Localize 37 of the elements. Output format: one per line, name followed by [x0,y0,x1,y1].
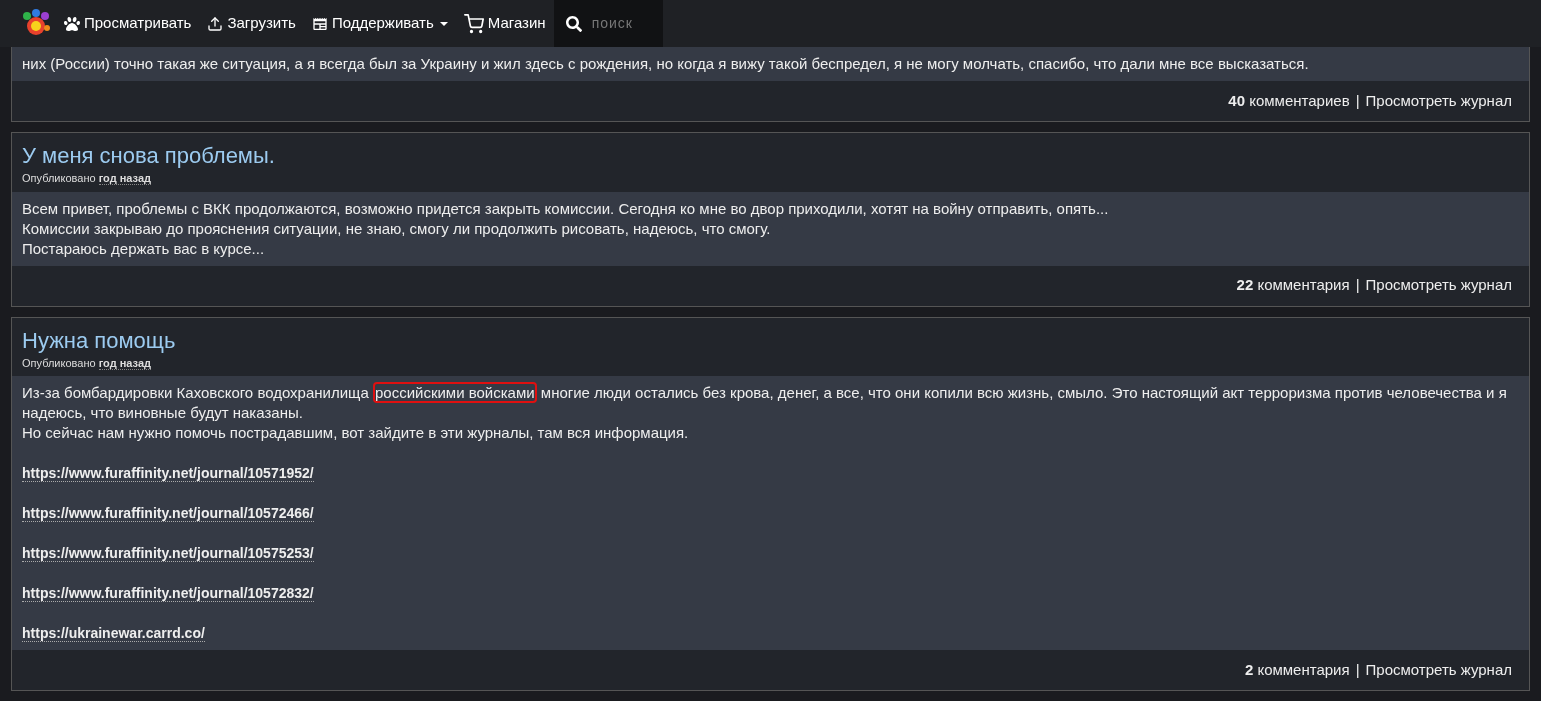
posted-label: Опубликовано [22,356,97,369]
search-icon [565,15,582,32]
journal-title[interactable]: Нужна помощь [22,327,1519,354]
comments-count[interactable]: 2 комментария [1244,658,1350,682]
paw-icon [64,15,80,32]
separator: | [1355,275,1360,296]
journal-link[interactable]: https://www.furaffinity.net/journal/10572466/ [22,505,314,522]
nav-menu-item[interactable]: Просматривать [56,0,200,47]
journal-text: Постараюсь держать вас в курсе... [22,238,266,259]
journal-text: них (России) точно такая же ситуация, а я всегда был за Украину и жил здесь с рождения, но когда я вижу такой беспредел, я не могу молчать, спасибо, что дали мне все высказаться. [22,54,1310,74]
search-field[interactable]: поиск [591,13,652,34]
journal-title[interactable]: У меня снова проблемы. [22,143,1519,169]
annotation-outline: российскими войсками [372,382,537,403]
nav-menu-item[interactable]: Магазин [455,0,554,47]
journal-link[interactable]: https://www.furaffinity.net/journal/10575253/ [22,545,314,562]
journal-link[interactable]: https://www.furaffinity.net/journal/10571952/ [22,465,314,482]
posted-time: год назад [98,356,152,370]
journal-text: Комиссии закрываю до прояснения ситуации, не знаю, смогу ли продолжить рисовать, надеюсь, что смогу. [22,218,772,239]
view-journal-link[interactable]: Просмотреть журнал [1365,274,1512,297]
separator: | [1355,90,1360,111]
journal-link[interactable]: https://ukrainewar.carrd.co/ [22,625,205,642]
view-journal-link[interactable]: Просмотреть журнал [1365,658,1512,682]
journal-text: Из-за бомбардировки Каховского водохранилища российскими войсками многие люди остались без крова, денег, а все, что они копили всю жизнь, смыло. Это настоящий акт терроризма против человечества и я надеюсь, что виновные будут наказаны. [22,383,1508,423]
cart-icon [463,13,484,34]
posted-time: год назад [98,172,152,185]
posted-label: Опубликовано [22,172,97,184]
comments-count[interactable]: 22 комментария [1236,274,1350,297]
journal-text: Но сейчас нам нужно помочь пострадавшим, вот зайдите в эти журналы, там вся информация. [22,423,690,443]
nav-menu-item[interactable]: Поддерживать [303,0,456,47]
view-journal-link[interactable]: Просмотреть журнал [1365,89,1512,113]
journal-text: Всем привет, проблемы с ВКК продолжаются, возможно придется закрыть комиссии. Сегодня ко мне во двор приходили, хотят на войну отправить, опять... [22,198,1110,219]
journal-link[interactable]: https://www.furaffinity.net/journal/10572832/ [22,585,314,602]
upload-icon [207,15,224,32]
comments-count[interactable]: 40 комментариев [1228,89,1350,113]
separator: | [1355,659,1360,680]
newspaper-icon [311,15,328,32]
nav-menu-item[interactable]: Загрузить [199,0,304,47]
